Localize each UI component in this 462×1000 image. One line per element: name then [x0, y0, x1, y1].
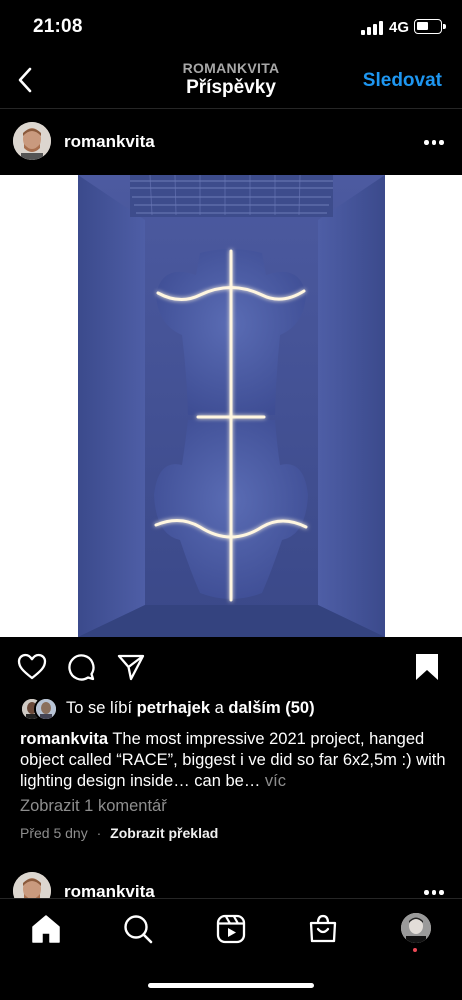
follow-button[interactable]: Sledovat: [363, 70, 442, 92]
comment-button[interactable]: [66, 652, 96, 682]
post-actions: [0, 648, 462, 688]
share-button[interactable]: [116, 652, 146, 682]
avatar-image: [13, 122, 51, 160]
more-options-button[interactable]: [424, 890, 444, 896]
liker-username[interactable]: petrhajek: [137, 699, 210, 717]
comment-icon: [68, 654, 95, 681]
profile-avatar: [401, 913, 431, 943]
header-divider: [0, 108, 462, 109]
battery-icon: [414, 19, 446, 34]
likes-text: To se líbí petrhajek a dalším (50): [66, 699, 315, 718]
post-caption: romankvita The most impressive 2021 proj…: [20, 729, 450, 792]
post-image[interactable]: [0, 174, 462, 637]
search-icon: [124, 915, 153, 944]
tab-search[interactable]: [122, 913, 154, 945]
bookmark-icon: [416, 654, 438, 680]
nav-header: ROMANKVITA Příspěvky Sledovat: [0, 56, 462, 108]
post-photo: [0, 174, 462, 637]
tab-bar: [0, 898, 462, 1000]
caption-more-link[interactable]: víc: [265, 772, 286, 790]
like-button[interactable]: [17, 652, 47, 682]
save-button[interactable]: [412, 652, 442, 682]
post-header: romankvita: [0, 118, 462, 166]
meta-separator: ·: [96, 825, 102, 841]
post-timestamp: Před 5 dny: [20, 825, 88, 841]
likes-others[interactable]: dalším (50): [228, 699, 314, 717]
post-author-name[interactable]: romankvita: [64, 132, 155, 152]
shop-icon: [309, 914, 337, 943]
post-meta: Před 5 dny · Zobrazit překlad: [20, 825, 218, 841]
tab-home[interactable]: [30, 913, 62, 945]
reels-icon: [216, 914, 246, 944]
heart-icon: [17, 653, 47, 680]
translate-link[interactable]: Zobrazit překlad: [110, 825, 218, 841]
liker-avatars: [20, 697, 60, 721]
home-icon: [32, 915, 60, 943]
signal-icon: [361, 21, 383, 35]
notification-dot: [413, 948, 417, 952]
view-comments-link[interactable]: Zobrazit 1 komentář: [20, 797, 167, 816]
likes-prefix: To se líbí: [66, 699, 133, 717]
likes-row[interactable]: To se líbí petrhajek a dalším (50): [20, 696, 450, 722]
tab-shop[interactable]: [307, 913, 339, 945]
liker-avatar: [34, 697, 58, 721]
network-label: 4G: [389, 19, 410, 36]
send-icon: [117, 654, 145, 681]
status-bar: 21:08 4G: [0, 0, 462, 56]
caption-author[interactable]: romankvita: [20, 730, 108, 748]
more-options-button[interactable]: [424, 140, 444, 146]
tab-profile[interactable]: [401, 913, 433, 945]
status-time: 21:08: [33, 16, 83, 37]
home-indicator: [148, 983, 314, 988]
avatar[interactable]: [13, 122, 51, 160]
likes-conjunction: a: [214, 699, 224, 717]
tab-reels[interactable]: [215, 913, 247, 945]
